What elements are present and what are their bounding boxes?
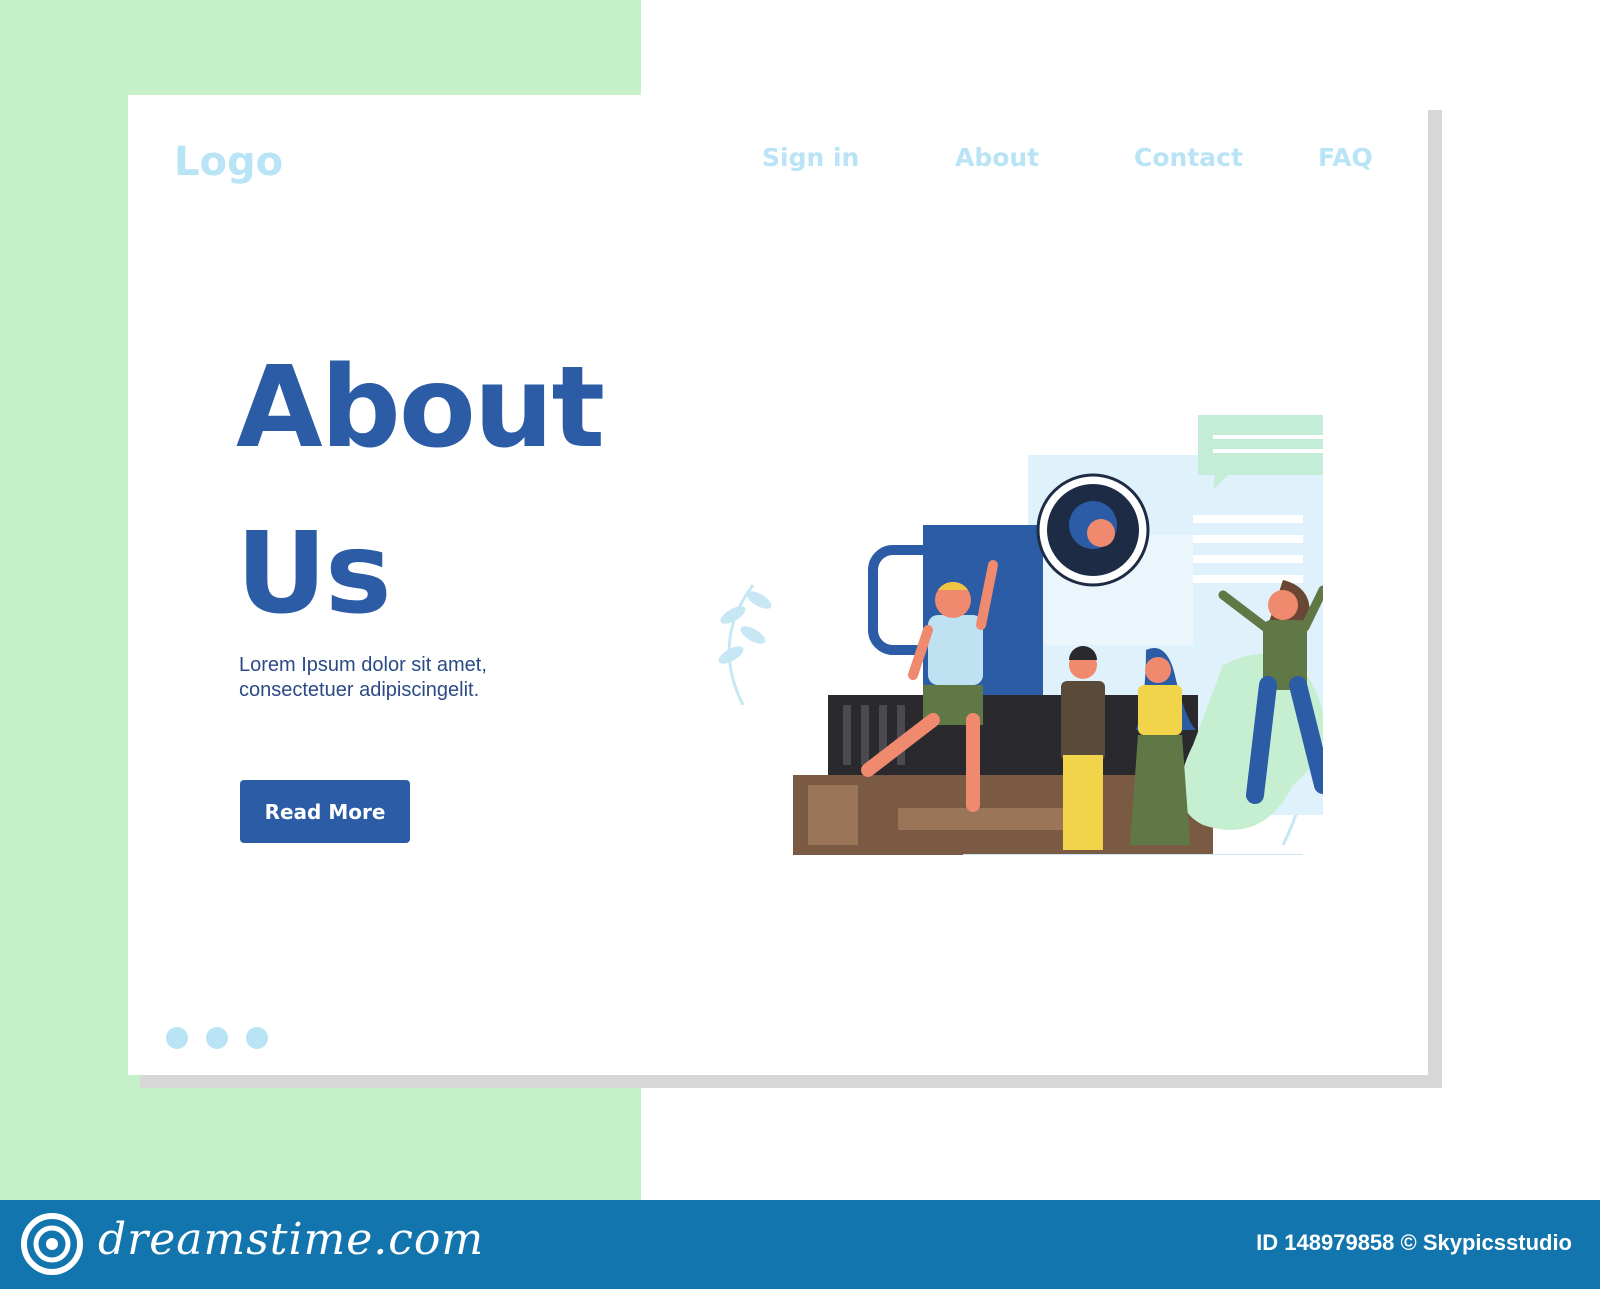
hero-text-line1: Lorem Ipsum dolor sit amet,: [239, 654, 487, 676]
hero-title-line2: Us: [236, 509, 392, 639]
nav-about[interactable]: About: [955, 143, 1039, 172]
footer-bar: dreamstime.com ID 148979858 © Skypicsstu…: [0, 1200, 1600, 1289]
avatar-icon: [1036, 473, 1150, 587]
top-nav: Sign in About Contact FAQ: [128, 143, 1428, 183]
dreamstime-logo-icon: [21, 1213, 83, 1275]
landing-card: Logo Sign in About Contact FAQ About Us …: [128, 95, 1428, 1075]
plant-left-icon: [718, 584, 772, 706]
pagination-dot-3[interactable]: [246, 1027, 268, 1049]
nav-faq[interactable]: FAQ: [1318, 143, 1373, 172]
nav-sign-in[interactable]: Sign in: [762, 143, 859, 172]
nav-contact[interactable]: Contact: [1134, 143, 1243, 172]
hero-description: Lorem Ipsum dolor sit amet, consectetuer…: [239, 653, 559, 703]
pagination-dot-2[interactable]: [206, 1027, 228, 1049]
hero-text-line2: consectetuer adipiscingelit.: [239, 679, 480, 701]
hero-title-line1: About: [236, 343, 605, 473]
pagination-dots: [166, 1027, 286, 1054]
footer-image-id: ID 148979858 © Skypicsstudio: [1256, 1230, 1572, 1255]
footer-brand[interactable]: dreamstime.com: [98, 1214, 484, 1265]
hero-illustration: [718, 415, 1323, 855]
read-more-button[interactable]: Read More: [240, 780, 410, 843]
hero-title: About Us: [236, 325, 656, 657]
pagination-dot-1[interactable]: [166, 1027, 188, 1049]
